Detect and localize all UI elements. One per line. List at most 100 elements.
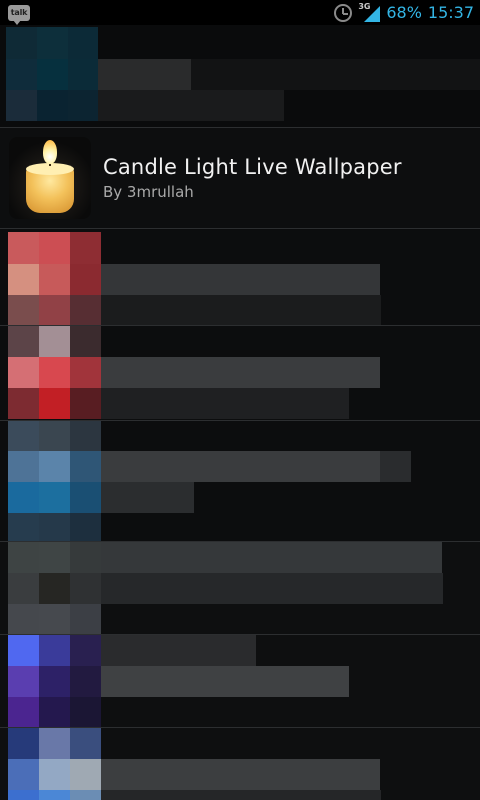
blurred-text	[98, 90, 284, 121]
blurred-text	[101, 542, 442, 573]
blurred-thumb	[39, 421, 70, 451]
blurred-thumb	[8, 295, 39, 325]
blurred-thumb	[70, 513, 101, 541]
status-indicators: 3G 68% 15:37	[334, 2, 474, 22]
talk-icon: talk	[8, 4, 30, 25]
blurred-text	[101, 451, 380, 482]
blurred-thumb	[70, 326, 101, 357]
blurred-thumb	[39, 264, 70, 295]
blurred-thumb	[6, 59, 37, 90]
blurred-thumb	[8, 604, 39, 634]
blurred-thumb	[8, 388, 39, 419]
list-item-blurred[interactable]	[0, 421, 480, 541]
list-item-blurred-top[interactable]	[0, 25, 480, 128]
blurred-text	[101, 388, 349, 419]
blurred-thumb	[8, 573, 39, 604]
candle-flame	[43, 140, 57, 164]
wallpaper-text: Candle Light Live Wallpaper By 3mrullah	[103, 155, 402, 201]
blurred-thumb	[39, 728, 70, 759]
blurred-thumb	[8, 697, 39, 727]
battery-percentage: 68%	[386, 3, 422, 22]
blurred-text	[191, 59, 480, 90]
status-bar: talk 3G 68% 15:37	[0, 0, 480, 25]
blurred-thumb	[70, 666, 101, 697]
blurred-thumb	[39, 790, 70, 800]
blurred-thumb	[8, 635, 39, 666]
blurred-thumb	[8, 451, 39, 482]
blurred-thumb	[8, 542, 39, 573]
blurred-thumb	[8, 790, 39, 800]
blurred-text	[101, 264, 380, 295]
blurred-text	[101, 790, 381, 800]
blurred-text	[101, 759, 380, 790]
divider	[0, 228, 480, 229]
blurred-thumb	[70, 232, 101, 264]
blurred-thumb	[39, 759, 70, 790]
blurred-thumb	[70, 542, 101, 573]
blurred-thumb	[70, 635, 101, 666]
blurred-thumb	[70, 604, 101, 634]
alarm-icon	[334, 3, 353, 22]
blurred-thumb	[39, 232, 70, 264]
blurred-thumb	[70, 697, 101, 727]
blurred-text	[101, 573, 443, 604]
blurred-thumb	[39, 542, 70, 573]
blurred-thumb	[68, 90, 98, 121]
blurred-thumb	[39, 388, 70, 419]
blurred-thumb	[39, 326, 70, 357]
list-item-blurred[interactable]	[0, 230, 480, 325]
clock: 15:37	[427, 3, 474, 22]
blurred-text	[101, 482, 194, 513]
signal-bars	[364, 5, 381, 22]
list-item-blurred[interactable]	[0, 635, 480, 727]
blurred-thumb	[39, 666, 70, 697]
blurred-text	[380, 451, 411, 482]
list-item-blurred[interactable]	[0, 542, 480, 634]
wallpaper-title: Candle Light Live Wallpaper	[103, 155, 402, 179]
blurred-thumb	[8, 232, 39, 264]
blurred-thumb	[8, 482, 39, 513]
list-item-blurred[interactable]	[0, 326, 480, 420]
blurred-thumb	[70, 573, 101, 604]
blurred-thumb	[70, 482, 101, 513]
blurred-thumb	[39, 697, 70, 727]
list-item-blurred-bottom[interactable]	[0, 728, 480, 800]
blurred-thumb	[37, 27, 68, 59]
blurred-thumb	[8, 666, 39, 697]
wallpaper-author: By 3mrullah	[103, 183, 194, 201]
blurred-thumb	[70, 421, 101, 451]
blurred-thumb	[6, 90, 37, 121]
blurred-thumb	[8, 357, 39, 388]
blurred-thumb	[39, 357, 70, 388]
talk-label: talk	[10, 8, 28, 17]
candle-icon	[9, 137, 91, 219]
blurred-text	[101, 295, 381, 325]
blurred-thumb	[8, 728, 39, 759]
blurred-thumb	[37, 59, 68, 90]
blurred-thumb	[39, 573, 70, 604]
wallpaper-list-item[interactable]: Candle Light Live Wallpaper By 3mrullah	[0, 128, 480, 228]
blurred-thumb	[68, 27, 98, 59]
blurred-thumb	[70, 790, 101, 800]
blurred-thumb	[39, 513, 70, 541]
blurred-thumb	[8, 326, 39, 357]
blurred-thumb	[70, 357, 101, 388]
blurred-thumb	[70, 264, 101, 295]
blurred-text	[98, 59, 191, 90]
blurred-thumb	[39, 635, 70, 666]
blurred-thumb	[39, 295, 70, 325]
blurred-thumb	[39, 482, 70, 513]
blurred-thumb	[37, 90, 68, 121]
blurred-thumb	[8, 421, 39, 451]
blurred-thumb	[70, 388, 101, 419]
blurred-thumb	[8, 759, 39, 790]
blurred-thumb	[70, 728, 101, 759]
blurred-thumb	[6, 27, 37, 59]
blurred-text	[101, 666, 349, 697]
blurred-text	[101, 357, 380, 388]
blurred-thumb	[70, 451, 101, 482]
blurred-thumb	[39, 604, 70, 634]
blurred-text	[101, 635, 256, 666]
blurred-thumb	[70, 295, 101, 325]
blurred-thumb	[39, 451, 70, 482]
